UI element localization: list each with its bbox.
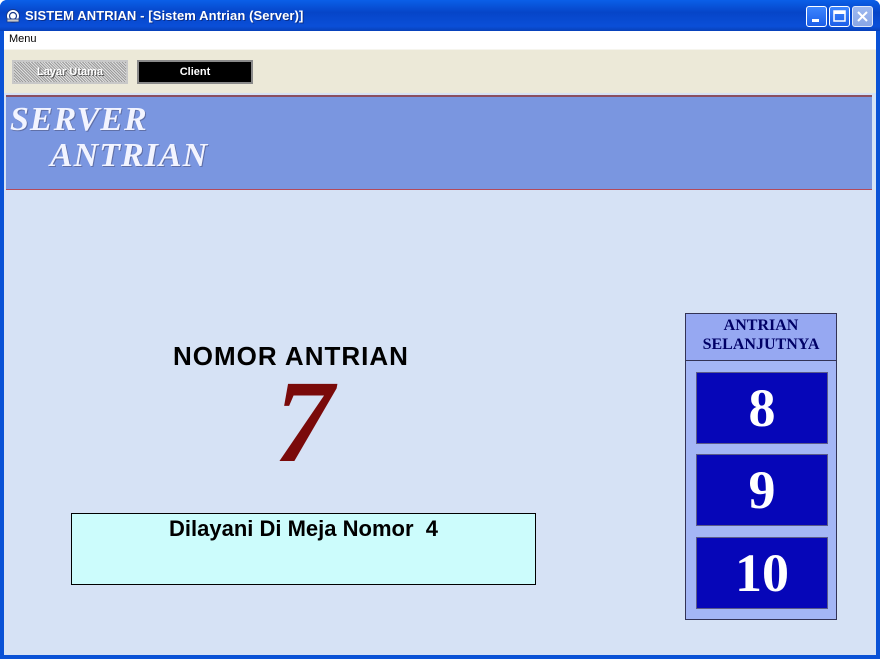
minimize-button[interactable] <box>806 6 827 27</box>
next-queue-number-3: 10 <box>696 537 828 609</box>
next-queue-number-1: 8 <box>696 372 828 444</box>
next-queue-title-line1: ANTRIAN <box>723 317 799 334</box>
next-queue-header: ANTRIAN SELANJUTNYA <box>686 314 836 361</box>
title-bar[interactable]: SISTEM ANTRIAN - [Sistem Antrian (Server… <box>0 0 880 31</box>
main-content: SERVER ANTRIAN NOMOR ANTRIAN 7 Dilayani … <box>4 93 876 655</box>
minimize-icon <box>812 19 819 22</box>
current-queue-number: 7 <box>274 356 334 487</box>
app-window: SISTEM ANTRIAN - [Sistem Antrian (Server… <box>0 0 880 659</box>
next-queue-panel: ANTRIAN SELANJUTNYA 8 9 10 <box>685 313 837 620</box>
next-queue-number-2: 9 <box>696 454 828 526</box>
counter-info-text: Dilayani Di Meja Nomor 4 <box>169 516 438 541</box>
client-area: Menu Layar Utama Client SERVER ANTRIAN N… <box>4 31 876 655</box>
client-button[interactable]: Client <box>137 60 253 84</box>
maximize-icon <box>833 10 846 22</box>
window-title: SISTEM ANTRIAN - [Sistem Antrian (Server… <box>25 8 304 23</box>
next-queue-title-line2: SELANJUTNYA <box>702 336 820 353</box>
header-banner: SERVER ANTRIAN <box>6 95 872 190</box>
maximize-button[interactable] <box>829 6 850 27</box>
menu-item-menu[interactable]: Menu <box>9 33 37 45</box>
close-icon <box>857 11 868 22</box>
layar-utama-button[interactable]: Layar Utama <box>12 60 128 84</box>
toolbar: Layar Utama Client <box>4 49 876 93</box>
close-button[interactable] <box>852 6 873 27</box>
app-icon <box>6 9 20 23</box>
menu-bar: Menu <box>4 31 876 49</box>
header-title-line1: SERVER <box>10 101 148 138</box>
header-title-line2: ANTRIAN <box>50 137 209 174</box>
counter-info-box: Dilayani Di Meja Nomor 4 <box>71 513 536 585</box>
